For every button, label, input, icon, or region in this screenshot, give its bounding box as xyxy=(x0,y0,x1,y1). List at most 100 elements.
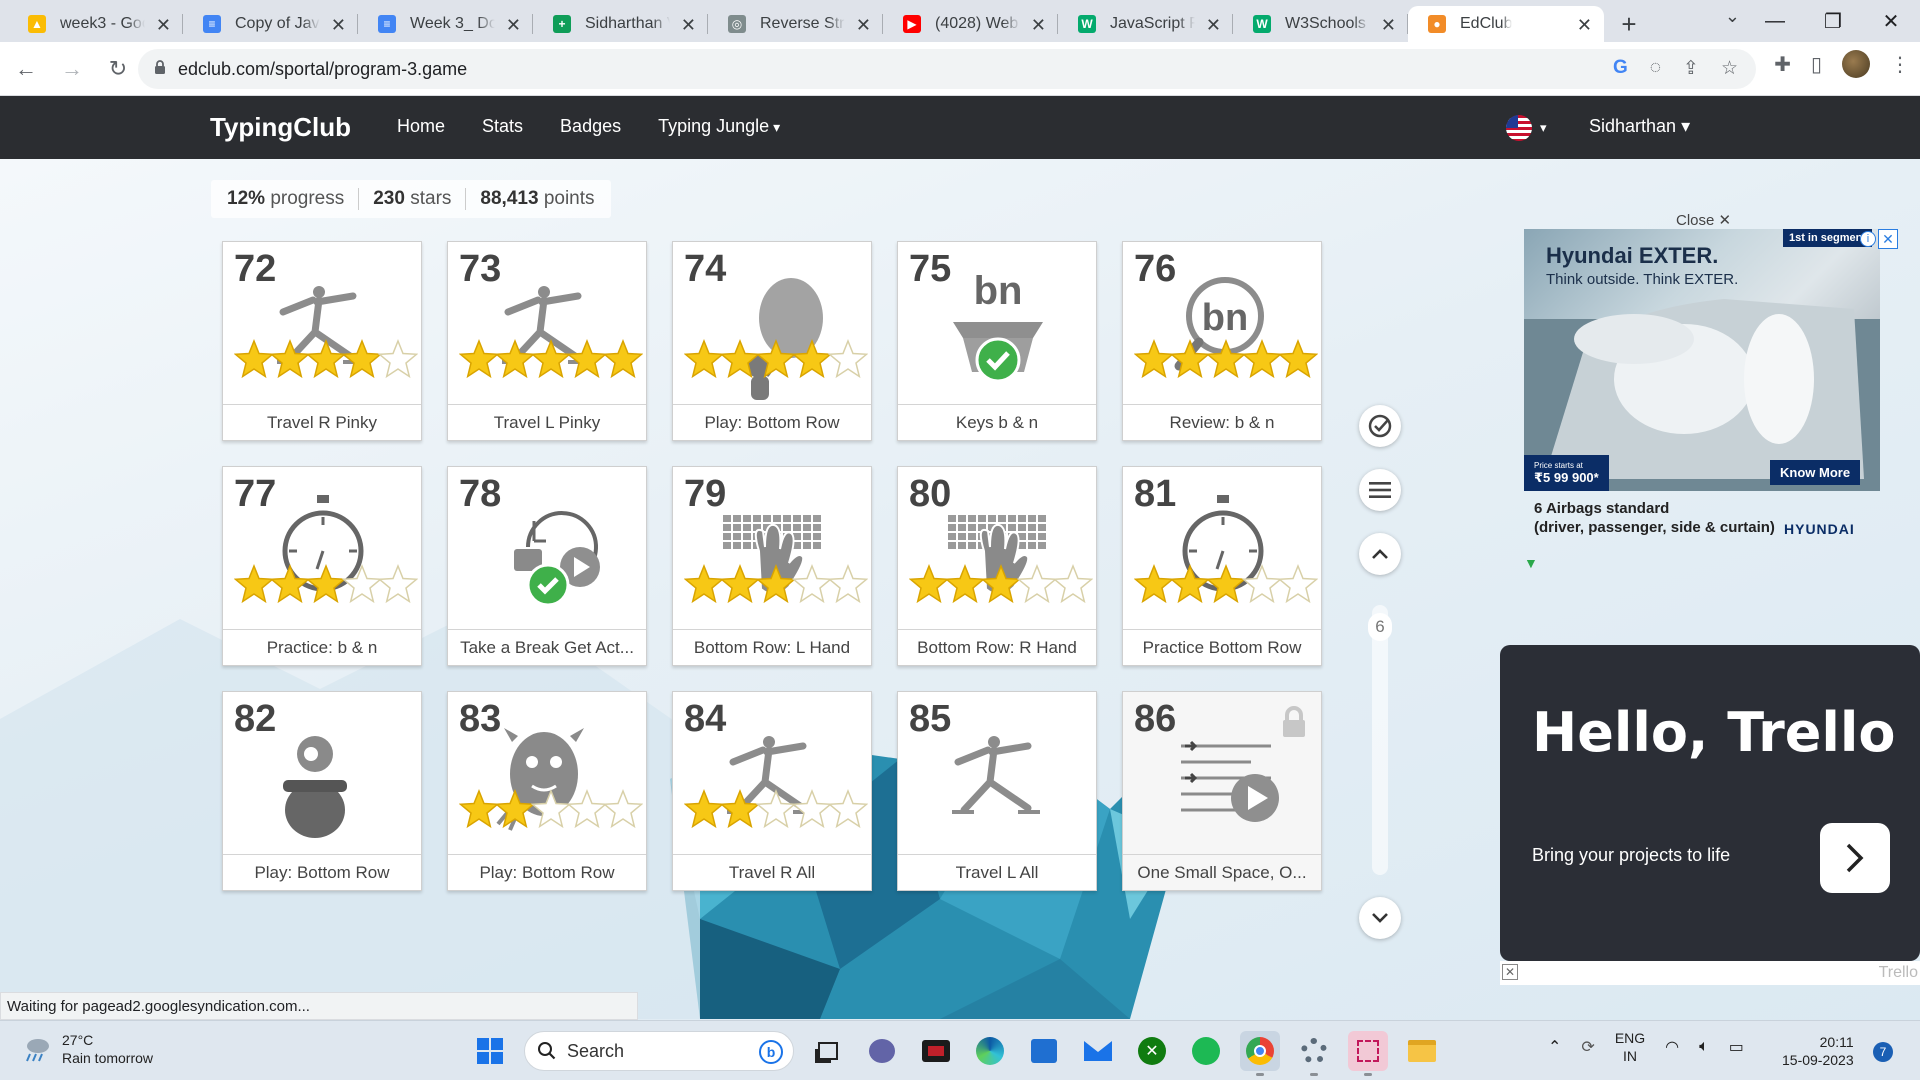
browser-tab[interactable]: ▲ week3 - Goog ✕ xyxy=(8,6,183,42)
address-bar[interactable]: edclub.com/sportal/program-3.game G ◌ ⇪ … xyxy=(138,49,1756,89)
ad-close-icon[interactable]: ✕ xyxy=(1502,964,1518,980)
windows-start-button[interactable] xyxy=(470,1031,510,1071)
browser-tab[interactable]: ▶ (4028) Web D ✕ xyxy=(883,6,1058,42)
tray-overflow-chevron-icon[interactable]: ⌃ xyxy=(1548,1037,1561,1057)
list-view-button[interactable] xyxy=(1359,469,1401,511)
menu-kebab-icon[interactable]: ⋮ xyxy=(1890,52,1910,77)
tab-close-icon[interactable]: ✕ xyxy=(1381,15,1396,36)
maximize-button[interactable]: ❐ xyxy=(1804,0,1862,42)
taskbar-search[interactable]: Search b xyxy=(524,1031,794,1071)
browser-tab[interactable]: ≡ Week 3_ Dom ✕ xyxy=(358,6,533,42)
tab-close-icon[interactable]: ✕ xyxy=(1206,15,1221,36)
ad-car-image[interactable]: Hyundai EXTER. Think outside. Think EXTE… xyxy=(1524,229,1880,491)
browser-tab[interactable]: W W3Schools Tr ✕ xyxy=(1233,6,1408,42)
star-filled-icon xyxy=(684,789,724,829)
app-icon-dark[interactable] xyxy=(916,1031,956,1071)
browser-tab[interactable]: ◎ Reverse String ✕ xyxy=(708,6,883,42)
lesson-card[interactable]: 75 bn Keys b & n xyxy=(897,241,1097,441)
nav-badges[interactable]: Badges xyxy=(560,116,621,137)
lesson-card[interactable]: 72 Travel R Pinky xyxy=(222,241,422,441)
browser-tab[interactable]: ≡ Copy of JavaS ✕ xyxy=(183,6,358,42)
lesson-card[interactable]: 76 bn Review: b & n xyxy=(1122,241,1322,441)
us-flag-icon[interactable] xyxy=(1506,115,1532,141)
profile-avatar[interactable] xyxy=(1842,50,1870,78)
nav-home[interactable]: Home xyxy=(397,116,445,137)
battery-icon[interactable]: ▭ xyxy=(1729,1037,1744,1057)
tab-title: Week 3_ Dom xyxy=(410,15,495,32)
language-indicator[interactable]: ENG IN xyxy=(1615,1029,1645,1065)
bookmark-star-icon[interactable]: ☆ xyxy=(1721,57,1738,80)
tab-close-icon[interactable]: ✕ xyxy=(1031,15,1046,36)
task-view-icon[interactable] xyxy=(808,1031,848,1071)
lesson-card[interactable]: 77 Practice: b & n xyxy=(222,466,422,666)
close-window-button[interactable]: ✕ xyxy=(1862,0,1920,42)
know-more-button[interactable]: Know More xyxy=(1770,460,1861,485)
browser-tab[interactable]: W JavaScript Fun ✕ xyxy=(1058,6,1233,42)
lesson-card[interactable]: 84 Travel R All xyxy=(672,691,872,891)
file-explorer-icon[interactable] xyxy=(1402,1031,1442,1071)
side-panel-icon[interactable]: ▯ xyxy=(1811,52,1822,77)
lesson-art xyxy=(448,270,648,402)
page-scrollbar[interactable] xyxy=(1372,605,1388,875)
completed-filter-button[interactable] xyxy=(1359,405,1401,447)
chrome-icon[interactable] xyxy=(1240,1031,1280,1076)
back-button[interactable]: ← xyxy=(6,49,46,89)
lesson-card[interactable]: 81 Practice Bottom Row xyxy=(1122,466,1322,666)
minimize-button[interactable]: — xyxy=(1746,0,1804,42)
tab-close-icon[interactable]: ✕ xyxy=(856,15,871,36)
browser-tab[interactable]: + Sidharthan V ✕ xyxy=(533,6,708,42)
mail-icon[interactable] xyxy=(1078,1031,1118,1071)
tab-close-icon[interactable]: ✕ xyxy=(506,15,521,36)
trello-ad[interactable]: Hello, Trello Bring your projects to lif… xyxy=(1500,645,1920,961)
tab-close-icon[interactable]: ✕ xyxy=(681,15,696,36)
hyundai-ad[interactable]: Hyundai EXTER. Think outside. Think EXTE… xyxy=(1524,229,1898,571)
adchoices-icon[interactable]: ▼ xyxy=(1524,555,1538,571)
lesson-card[interactable]: 74 Play: Bottom Row xyxy=(672,241,872,441)
spotify-icon[interactable] xyxy=(1186,1031,1226,1071)
eye-off-icon[interactable]: ◌ xyxy=(1650,57,1661,80)
xbox-icon[interactable]: ✕ xyxy=(1132,1031,1172,1071)
google-icon[interactable]: G xyxy=(1613,57,1628,80)
user-menu[interactable]: Sidharthan ▾ xyxy=(1589,116,1690,137)
reload-button[interactable]: ↻ xyxy=(98,49,138,89)
ad-close-icon[interactable]: ✕ xyxy=(1878,229,1898,249)
new-tab-button[interactable]: + xyxy=(1608,6,1650,42)
tab-close-icon[interactable]: ✕ xyxy=(331,15,346,36)
nav-typing-jungle-dropdown[interactable]: Typing Jungle xyxy=(658,116,780,137)
browser-tab[interactable]: ● EdClub ✕ xyxy=(1408,6,1604,42)
star-rating xyxy=(1134,339,1318,379)
tab-close-icon[interactable]: ✕ xyxy=(1577,15,1592,36)
microsoft-store-icon[interactable] xyxy=(1024,1031,1064,1071)
forward-button[interactable]: → xyxy=(52,49,92,89)
share-icon[interactable]: ⇪ xyxy=(1683,57,1699,80)
notification-badge[interactable]: 7 xyxy=(1873,1042,1893,1062)
snipping-tool-icon[interactable] xyxy=(1348,1031,1388,1076)
teams-chat-icon[interactable] xyxy=(862,1031,902,1071)
lesson-card[interactable]: 79 Bottom Row: L Hand xyxy=(672,466,872,666)
nav-stats[interactable]: Stats xyxy=(482,116,523,137)
language-dropdown-caret-icon[interactable]: ▾ xyxy=(1540,120,1547,136)
lesson-card[interactable]: 80 Bottom Row: R Hand xyxy=(897,466,1097,666)
wifi-icon[interactable]: ◠ xyxy=(1665,1037,1679,1057)
trello-ad-go-button[interactable] xyxy=(1820,823,1890,893)
close-ad-link[interactable]: Close ✕ xyxy=(1676,211,1731,229)
tab-close-icon[interactable]: ✕ xyxy=(156,15,171,36)
tab-search-icon[interactable]: ⌄ xyxy=(1725,6,1740,27)
scroll-up-button[interactable] xyxy=(1359,533,1401,575)
edge-browser-icon[interactable] xyxy=(970,1031,1010,1071)
lesson-card[interactable]: 85 Travel L All xyxy=(897,691,1097,891)
lesson-card[interactable]: 73 Travel L Pinky xyxy=(447,241,647,441)
tab-strip: ▲ week3 - Goog ✕ ≡ Copy of JavaS ✕ ≡ Week 3_ Do… xyxy=(8,6,1604,42)
lesson-card[interactable]: 82 Play: Bottom Row xyxy=(222,691,422,891)
settings-gear-icon[interactable] xyxy=(1294,1031,1334,1076)
ad-info-icon[interactable]: i xyxy=(1860,231,1876,247)
brand-logo[interactable]: TypingClub xyxy=(210,112,351,143)
volume-icon[interactable]: 🔈︎ xyxy=(1699,1038,1709,1056)
lesson-card[interactable]: 78 Take a Break Get Act... xyxy=(447,466,647,666)
taskbar-clock[interactable]: 20:11 15-09-2023 xyxy=(1782,1033,1854,1069)
extensions-puzzle-icon[interactable]: ✚ xyxy=(1774,52,1791,77)
lesson-card[interactable]: 83 Play: Bottom Row xyxy=(447,691,647,891)
weather-widget[interactable]: 27°C Rain tomorrow xyxy=(22,1031,153,1067)
scroll-down-button[interactable] xyxy=(1359,897,1401,939)
sync-icon[interactable]: ⟳ xyxy=(1581,1037,1594,1057)
